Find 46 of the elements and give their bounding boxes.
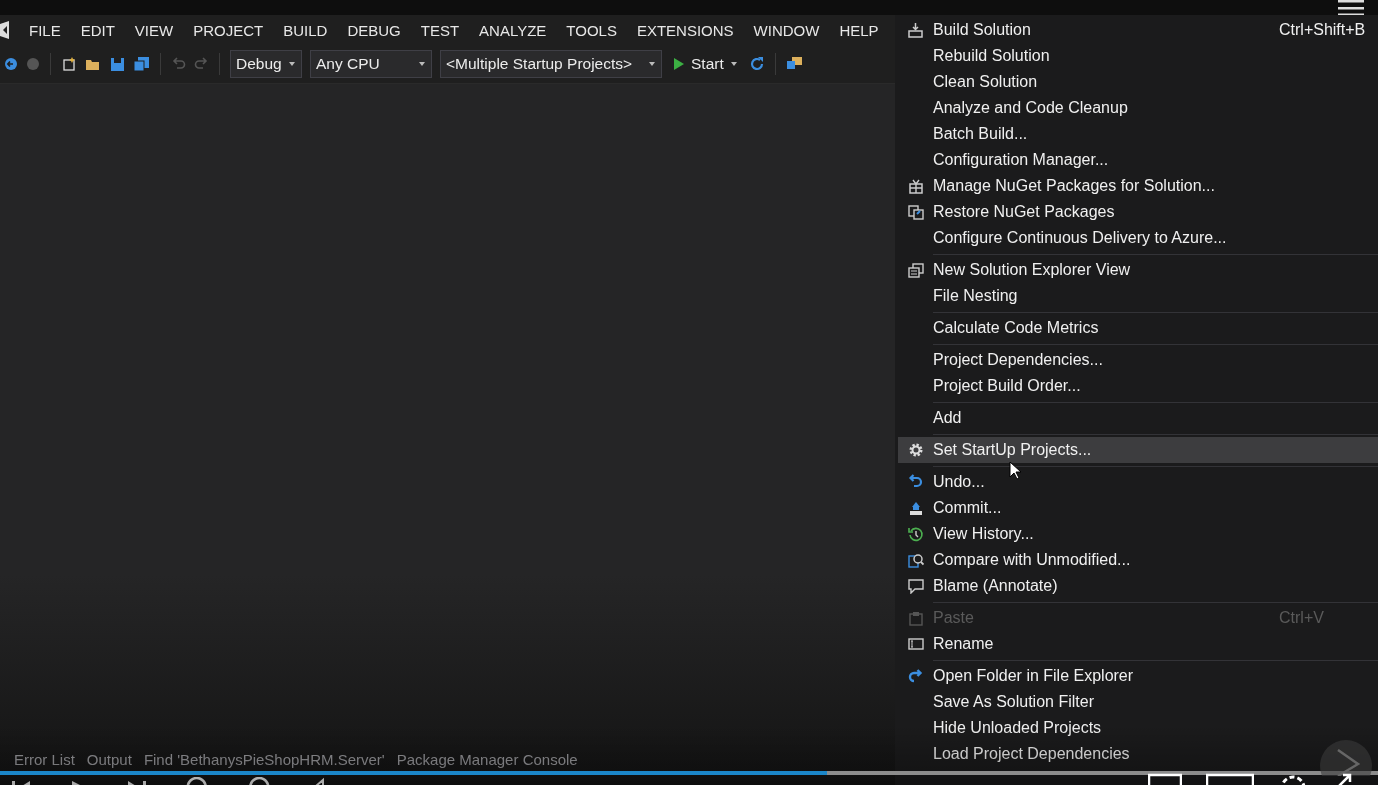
menu-item[interactable]: EDIT [80, 21, 115, 39]
menu-item[interactable]: Rebuild Solution [898, 43, 1378, 69]
startup-dropdown[interactable]: <Multiple Startup Projects> [440, 50, 662, 78]
platform-dropdown[interactable]: Any CPU [310, 50, 432, 78]
menu-item[interactable]: Restore NuGet Packages [898, 199, 1378, 225]
menu-item[interactable]: Undo... [898, 469, 1378, 495]
menu-item[interactable]: Set StartUp Projects... [898, 437, 1378, 463]
menu-item[interactable]: New Solution Explorer View [898, 257, 1378, 283]
menu-item[interactable]: Project Dependencies... [898, 347, 1378, 373]
menu-item[interactable]: Hide Unloaded Projects [898, 715, 1378, 741]
menu-item[interactable]: Commit... [898, 495, 1378, 521]
menu-item[interactable]: PROJECT [193, 21, 264, 39]
configuration-dropdown[interactable]: Debug [230, 50, 302, 78]
menu-item[interactable]: Open Folder in File Explorer [898, 663, 1378, 689]
menu-item[interactable]: Compare with Unmodified... [898, 547, 1378, 573]
tool-window-tab[interactable]: Package Manager Console [396, 751, 578, 768]
menu-item[interactable]: Build Solution Ctrl+Shift+B [898, 17, 1378, 43]
menu-item[interactable]: VIEW [134, 21, 174, 39]
menu-item[interactable]: Calculate Code Metrics [898, 315, 1378, 341]
menu-item[interactable]: Add [898, 405, 1378, 431]
menu-item[interactable]: Load Project Dependencies [898, 741, 1378, 767]
menu-item[interactable]: Batch Build... [898, 121, 1378, 147]
tool-window-tab[interactable]: Error List [14, 751, 75, 768]
menu-item[interactable]: TEST [420, 21, 460, 39]
menu-item[interactable]: Blame (Annotate) [898, 573, 1378, 599]
menu-item[interactable]: Manage NuGet Packages for Solution... [898, 173, 1378, 199]
start-button[interactable]: Start [670, 55, 741, 73]
menu-item[interactable]: BUILD [283, 21, 328, 39]
tool-window-tab[interactable]: Output [86, 751, 132, 768]
menu-item[interactable]: Configure Continuous Delivery to Azure... [898, 225, 1378, 251]
menu-item[interactable]: Rename [898, 631, 1378, 657]
menu-item[interactable]: FILE [29, 21, 61, 39]
menu-item[interactable]: Analyze and Code Cleanup [898, 95, 1378, 121]
menu-item[interactable]: EXTENSIONS [636, 21, 734, 39]
menu-item[interactable]: View History... [898, 521, 1378, 547]
menu-item[interactable]: Project Build Order... [898, 373, 1378, 399]
menu-item[interactable]: Configuration Manager... [898, 147, 1378, 173]
menu-item[interactable]: Save As Solution Filter [898, 689, 1378, 715]
menu-item[interactable]: File Nesting [898, 283, 1378, 309]
tool-window-tab[interactable]: Find 'BethanysPieShopHRM.Server' [143, 751, 385, 768]
menu-item[interactable]: ANALYZE [479, 21, 547, 39]
menu-item[interactable]: TOOLS [566, 21, 617, 39]
menu-item[interactable]: HELP [839, 21, 879, 39]
menu-item[interactable]: Clean Solution [898, 69, 1378, 95]
menu-item[interactable]: DEBUG [347, 21, 401, 39]
menu-item[interactable]: WINDOW [753, 21, 820, 39]
